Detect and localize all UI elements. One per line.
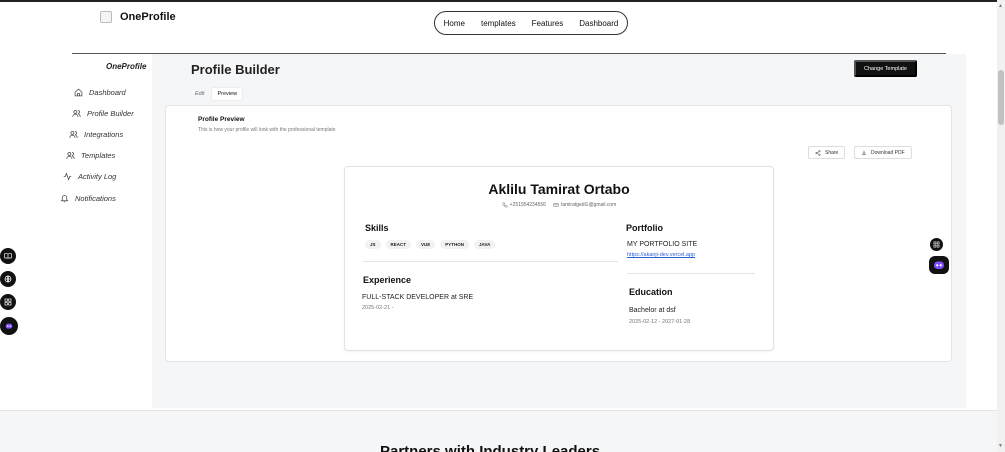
experience-title: Experience bbox=[363, 275, 412, 285]
nav-dashboard[interactable]: Dashboard bbox=[579, 19, 618, 28]
users-icon bbox=[69, 131, 78, 138]
skill-tag: JAVA bbox=[474, 240, 496, 249]
education-title: Education bbox=[629, 287, 673, 297]
experience-dates: 2025-02-21 - bbox=[362, 305, 394, 311]
portfolio-name: MY PORTFOLIO SITE bbox=[627, 241, 698, 248]
nav-features[interactable]: Features bbox=[532, 19, 564, 28]
email-text: tamiratgedi1@gmail.com bbox=[560, 202, 617, 208]
preview-subtitle: This is how your profile will look with … bbox=[198, 127, 336, 133]
nav-home[interactable]: Home bbox=[444, 19, 465, 28]
grid-icon bbox=[4, 298, 12, 306]
bot-icon bbox=[5, 323, 13, 329]
share-button[interactable]: Share bbox=[808, 146, 846, 159]
grid-widget-button[interactable] bbox=[930, 238, 943, 251]
share-icon bbox=[815, 149, 821, 156]
grid-icon bbox=[933, 241, 940, 248]
nav-templates[interactable]: templates bbox=[481, 19, 516, 28]
sidebar-item-integrations[interactable]: Integrations bbox=[69, 130, 123, 139]
brand[interactable]: OneProfile bbox=[100, 11, 176, 23]
resume-email: tamiratgedi1@gmail.com bbox=[553, 202, 616, 208]
download-icon bbox=[862, 150, 866, 155]
sidebar-item-label: Dashboard bbox=[89, 88, 126, 97]
skill-tag: PYTHON bbox=[440, 240, 470, 249]
apps-widget-button[interactable] bbox=[0, 294, 16, 310]
resume-contact: +251954234556 tamiratgedi1@gmail.com bbox=[345, 202, 773, 208]
sidebar-item-dashboard[interactable]: Dashboard bbox=[74, 88, 126, 97]
top-border bbox=[0, 0, 1005, 2]
portfolio-link[interactable]: https://akanji-dev.vercel.app bbox=[627, 252, 695, 258]
change-template-button[interactable]: Change Template bbox=[854, 60, 917, 77]
left-chatbot-button[interactable] bbox=[0, 317, 18, 335]
sidebar-item-profile-builder[interactable]: Profile Builder bbox=[72, 109, 134, 118]
sidebar-item-notifications[interactable]: Notifications bbox=[60, 194, 116, 203]
tab-bar: Edit Preview bbox=[190, 87, 243, 100]
top-nav: Home templates Features Dashboard bbox=[434, 11, 628, 35]
skill-tag: VUE bbox=[416, 240, 436, 249]
skill-tag: JS bbox=[365, 240, 381, 249]
users-icon bbox=[72, 110, 81, 117]
chatbot-button[interactable] bbox=[929, 256, 949, 274]
partners-heading: Partners with Industry Leaders bbox=[380, 443, 601, 452]
resume-phone: +251954234556 bbox=[502, 202, 546, 208]
mail-icon bbox=[553, 203, 559, 207]
activity-icon bbox=[63, 172, 72, 181]
scroll-up-icon[interactable]: ▲ bbox=[998, 3, 1003, 9]
education-dates: 2025-02-12 - 2027-01-28 bbox=[629, 319, 691, 325]
sidebar-item-label: Integrations bbox=[84, 130, 124, 139]
page-scrollbar[interactable]: ▲ ▼ bbox=[997, 0, 1005, 452]
sidebar-item-label: Notifications bbox=[75, 194, 116, 203]
page-title: Profile Builder bbox=[191, 62, 280, 77]
sidebar-item-label: Profile Builder bbox=[87, 109, 134, 118]
app-frame: OneProfile Dashboard Profile Builder Int… bbox=[26, 53, 970, 408]
tab-preview[interactable]: Preview bbox=[212, 87, 243, 100]
logo-image-icon bbox=[100, 11, 112, 23]
download-pdf-button[interactable]: Download PDF bbox=[854, 146, 912, 159]
book-icon bbox=[4, 253, 12, 259]
profile-preview-card: Profile Preview This is how your profile… bbox=[165, 105, 952, 362]
phone-icon bbox=[502, 202, 508, 208]
users-icon bbox=[66, 152, 75, 159]
tab-edit[interactable]: Edit bbox=[190, 88, 209, 100]
globe-icon bbox=[4, 275, 12, 283]
scroll-down-icon[interactable]: ▼ bbox=[998, 443, 1003, 449]
bot-icon bbox=[934, 261, 944, 269]
divider bbox=[627, 273, 755, 274]
skills-list: JS REACT VUE PYTHON JAVA bbox=[365, 240, 496, 249]
sidebar-item-label: Templates bbox=[81, 151, 116, 160]
education-degree: Bachelor at dsf bbox=[629, 307, 676, 314]
resume-name: Aklilu Tamirat Ortabo bbox=[488, 181, 630, 197]
book-widget-button[interactable] bbox=[0, 248, 16, 264]
phone-text: +251954234556 bbox=[509, 202, 546, 208]
experience-role: FULL-STACK DEVELOPER at SRE bbox=[362, 294, 474, 301]
skill-tag: REACT bbox=[385, 240, 412, 249]
main-content: Profile Builder Change Template Edit Pre… bbox=[152, 54, 966, 408]
download-label: Download PDF bbox=[871, 149, 905, 156]
resume-preview: Aklilu Tamirat Ortabo +251954234556 tami… bbox=[344, 166, 774, 351]
bell-icon bbox=[60, 195, 69, 203]
sidebar-item-label: Activity Log bbox=[78, 172, 117, 181]
sidebar-item-templates[interactable]: Templates bbox=[66, 151, 115, 160]
share-label: Share bbox=[825, 149, 839, 156]
portfolio-title: Portfolio bbox=[626, 223, 663, 233]
sidebar-title: OneProfile bbox=[106, 62, 147, 71]
scroll-thumb[interactable] bbox=[998, 70, 1004, 125]
sidebar-item-activity-log[interactable]: Activity Log bbox=[63, 172, 116, 181]
skills-title: Skills bbox=[365, 223, 389, 233]
globe-widget-button[interactable] bbox=[0, 271, 16, 287]
brand-name: OneProfile bbox=[120, 11, 176, 23]
preview-title: Profile Preview bbox=[198, 116, 245, 123]
sidebar: OneProfile Dashboard Profile Builder Int… bbox=[26, 54, 156, 408]
home-icon bbox=[74, 88, 83, 97]
divider bbox=[363, 261, 618, 262]
